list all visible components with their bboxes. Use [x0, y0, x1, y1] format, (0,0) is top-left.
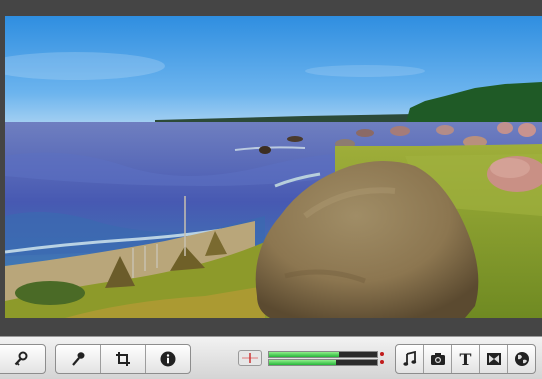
peak-indicator-left	[380, 352, 384, 356]
video-preview[interactable]	[5, 16, 542, 318]
crop-icon	[116, 352, 130, 366]
microphone-icon	[72, 352, 85, 366]
audio-adjust-icon[interactable]	[238, 350, 262, 366]
crop-button[interactable]	[101, 345, 146, 373]
music-button[interactable]	[396, 345, 424, 373]
audio-meter-right-fill	[269, 360, 336, 365]
audio-meter-left	[268, 351, 378, 358]
bottom-toolbar: T	[0, 336, 542, 379]
keyword-button[interactable]	[0, 345, 45, 373]
music-note-icon	[402, 351, 416, 366]
titles-button[interactable]: T	[452, 345, 480, 373]
title-icon: T	[459, 349, 472, 369]
voiceover-button[interactable]	[56, 345, 101, 373]
peak-indicator-right	[380, 360, 384, 364]
info-button[interactable]	[146, 345, 190, 373]
camera-icon	[430, 353, 445, 365]
transitions-icon	[486, 353, 501, 365]
maps-button[interactable]	[508, 345, 535, 373]
globe-icon	[514, 352, 529, 366]
audio-meter-left-fill	[269, 352, 340, 357]
edit-tools-group	[55, 344, 191, 374]
key-icon	[14, 351, 28, 366]
viewer-frame	[0, 0, 542, 336]
audio-level-meters	[268, 351, 386, 367]
keyword-group	[0, 344, 46, 374]
photos-button[interactable]	[424, 345, 452, 373]
audio-meter-right	[268, 359, 378, 366]
media-browsers-group: T	[395, 344, 536, 374]
transitions-button[interactable]	[480, 345, 508, 373]
waveform-icon	[242, 353, 258, 363]
info-icon	[160, 351, 176, 367]
video-frame-image	[5, 16, 542, 318]
